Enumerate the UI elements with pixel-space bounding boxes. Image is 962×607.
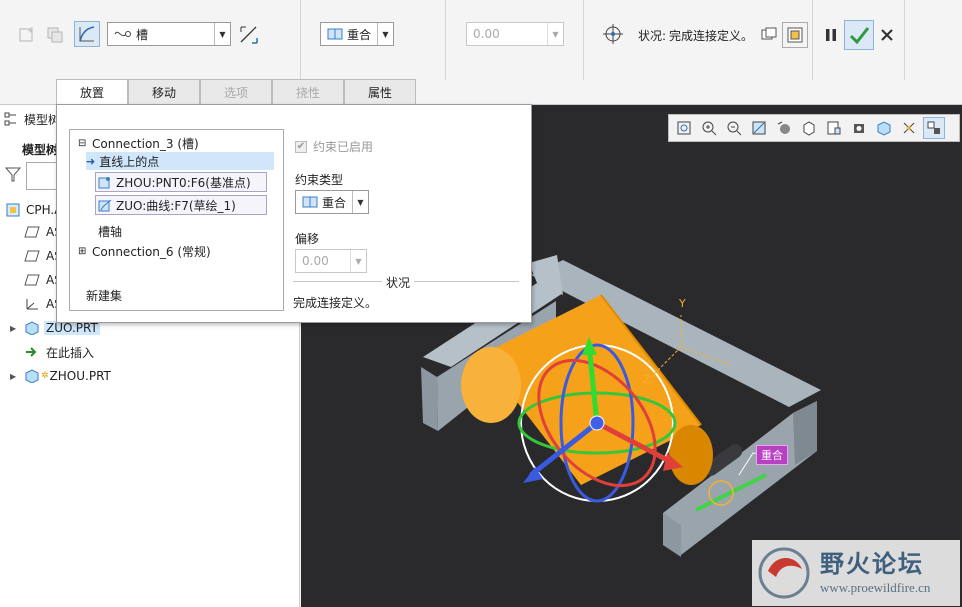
chevron-down-icon[interactable]: ▼ bbox=[377, 23, 393, 45]
offset-value: 0.00 bbox=[473, 27, 500, 41]
assembly-window-icon[interactable] bbox=[782, 22, 808, 48]
view-manager-icon[interactable] bbox=[823, 117, 845, 139]
watermark-title: 野火论坛 bbox=[820, 550, 924, 578]
placement-panel: ⊟ Connection_3 (槽) ➜ 直线上的点 ZHOU:PNT0:F6(… bbox=[56, 104, 532, 323]
model-tree-header[interactable]: 模型树 bbox=[4, 109, 60, 129]
zoom-out-icon[interactable] bbox=[723, 117, 745, 139]
saved-orientations-icon[interactable] bbox=[798, 117, 820, 139]
slot-axis-item[interactable]: 槽轴 bbox=[98, 222, 122, 240]
part-icon bbox=[25, 369, 39, 383]
panel-constraint-type-select[interactable]: 重合 ▼ bbox=[295, 190, 369, 214]
pause-icon[interactable] bbox=[818, 22, 844, 48]
tree-item-insert-here[interactable]: 在此插入 bbox=[24, 342, 94, 362]
constraint-enabled-checkbox[interactable]: ✔ bbox=[295, 140, 307, 153]
set-connection-6[interactable]: ⊞ Connection_6 (常规) bbox=[78, 242, 211, 260]
insert-here-icon bbox=[26, 347, 37, 357]
coincident-icon bbox=[302, 196, 318, 208]
tab-properties[interactable]: 属性 bbox=[344, 79, 416, 105]
part-icon bbox=[25, 321, 39, 335]
packaged-mark-icon: ✲ bbox=[41, 371, 49, 381]
coordinate-system-icon bbox=[26, 299, 38, 310]
datum-plane-icon bbox=[24, 226, 40, 238]
coincident-tag[interactable]: 重合 bbox=[756, 445, 788, 465]
cancel-close-icon[interactable] bbox=[874, 22, 900, 48]
chevron-down-icon[interactable]: ▼ bbox=[547, 23, 563, 45]
move-component-icon[interactable] bbox=[600, 21, 626, 47]
datum-point-icon bbox=[98, 177, 110, 189]
expand-arrow-icon[interactable]: ▶ bbox=[10, 372, 20, 381]
status-label: 状况: bbox=[638, 29, 667, 43]
constraint-enabled-row: ✔ 约束已启用 bbox=[295, 140, 374, 154]
axis-z-label: Z bbox=[643, 373, 651, 386]
dashboard: 槽 ▼ 重合 ▼ 0.00 ▼ 状况: 完成连接定义。 放置 移动 选项 挠性 … bbox=[0, 0, 962, 105]
reference-collector-1[interactable]: ZHOU:PNT0:F6(基准点) bbox=[95, 172, 267, 192]
tree-item-zhou[interactable]: ▶ ✲ ZHOU.PRT bbox=[10, 366, 111, 386]
connection-set-list: ⊟ Connection_3 (槽) ➜ 直线上的点 ZHOU:PNT0:F6(… bbox=[69, 129, 284, 311]
assembly-icon bbox=[6, 203, 20, 217]
connection-type-select[interactable]: 槽 ▼ bbox=[107, 22, 231, 46]
status-section-label: 状况 bbox=[382, 274, 415, 291]
reference-collector-2[interactable]: ZUO:曲线:F7(草绘_1) bbox=[95, 195, 267, 215]
confirm-check-icon[interactable] bbox=[844, 20, 874, 50]
panel-offset-input[interactable]: 0.00 ▼ bbox=[295, 249, 367, 273]
curve-constraint-icon[interactable] bbox=[74, 21, 100, 47]
constraint-type-label: 约束类型 bbox=[295, 173, 344, 187]
tree-root[interactable]: CPH.A bbox=[6, 200, 62, 220]
constraint-type-select[interactable]: 重合 ▼ bbox=[320, 22, 394, 46]
display-style-icon[interactable] bbox=[773, 117, 795, 139]
refit-icon[interactable] bbox=[673, 117, 695, 139]
tab-move[interactable]: 移动 bbox=[128, 79, 200, 105]
offset-label: 偏移 bbox=[295, 232, 320, 246]
set-connection-3[interactable]: ⊟ Connection_3 (槽) bbox=[78, 134, 199, 152]
datum-plane-icon bbox=[24, 274, 40, 286]
separate-window-icon[interactable] bbox=[756, 22, 782, 48]
coincident-icon bbox=[327, 28, 343, 40]
constraint-point-on-line[interactable]: ➜ 直线上的点 bbox=[86, 152, 274, 170]
offset-input[interactable]: 0.00 ▼ bbox=[466, 22, 564, 46]
repaint-icon[interactable] bbox=[748, 117, 770, 139]
dashboard-tabs: 放置 移动 选项 挠性 属性 bbox=[56, 79, 416, 105]
axis-y-label: Y bbox=[679, 297, 686, 310]
expand-icon[interactable]: ⊞ bbox=[78, 246, 90, 257]
flip-icon[interactable] bbox=[236, 22, 262, 48]
tab-placement[interactable]: 放置 bbox=[56, 79, 128, 105]
datum-plane-icon bbox=[24, 250, 40, 262]
chevron-down-icon[interactable]: ▼ bbox=[350, 250, 366, 272]
filter-icon[interactable] bbox=[4, 165, 22, 186]
copy-icon[interactable] bbox=[42, 22, 68, 48]
edit-icon[interactable] bbox=[14, 22, 40, 48]
collapse-icon[interactable]: ⊟ bbox=[78, 138, 90, 149]
tree-icon bbox=[4, 112, 16, 126]
chevron-down-icon[interactable]: ▼ bbox=[214, 23, 230, 45]
zoom-in-icon[interactable] bbox=[698, 117, 720, 139]
expand-arrow-icon[interactable]: ▶ bbox=[10, 324, 20, 333]
arrow-right-icon: ➜ bbox=[86, 154, 96, 168]
new-set-link[interactable]: 新建集 bbox=[86, 286, 122, 304]
tab-flexibility: 挠性 bbox=[272, 79, 344, 105]
chevron-down-icon[interactable]: ▼ bbox=[352, 191, 368, 213]
status-text: 完成连接定义。 bbox=[669, 29, 754, 43]
curve-icon bbox=[98, 199, 112, 212]
connection-type-value: 槽 bbox=[136, 27, 149, 42]
perspective-icon[interactable] bbox=[848, 117, 870, 139]
panel-status-text: 完成连接定义。 bbox=[293, 296, 378, 310]
model-tree-subheader[interactable]: 模型树 bbox=[22, 139, 58, 159]
watermark-url: www.proewildfire.cn bbox=[820, 580, 931, 595]
forum-logo-icon bbox=[758, 547, 810, 599]
watermark: 野火论坛 www.proewildfire.cn bbox=[752, 540, 960, 606]
view-toolbar bbox=[668, 114, 960, 142]
annotation-display-icon[interactable] bbox=[923, 117, 945, 139]
slot-icon bbox=[114, 31, 131, 37]
model-tree-title: 模型树 bbox=[24, 112, 61, 127]
tab-options: 选项 bbox=[200, 79, 272, 105]
constraint-type-value: 重合 bbox=[347, 27, 372, 42]
datum-display-icon[interactable] bbox=[898, 117, 920, 139]
section-icon[interactable] bbox=[873, 117, 895, 139]
